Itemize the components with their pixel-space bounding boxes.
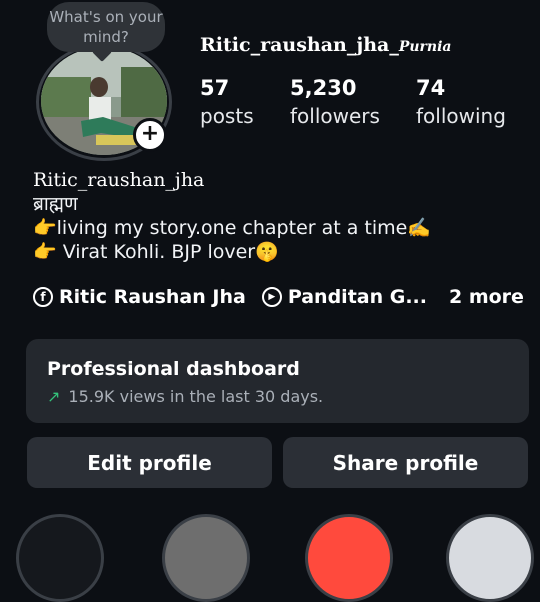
facebook-icon: f xyxy=(33,287,53,307)
note-bubble[interactable]: What's on your mind? xyxy=(47,2,165,52)
bio-line-2: 👉living my story.one chapter at a time✍️ xyxy=(33,217,432,239)
username-tag: Purnia xyxy=(398,39,452,55)
story-highlight-4[interactable] xyxy=(446,514,534,602)
facebook-link[interactable]: f Ritic Raushan Jha xyxy=(33,286,246,308)
following-label: following xyxy=(416,104,506,128)
story-highlight-2[interactable] xyxy=(162,514,250,602)
dashboard-title: Professional dashboard xyxy=(47,358,300,380)
dashboard-subtitle: ↗ 15.9K views in the last 30 days. xyxy=(47,387,323,406)
share-profile-button[interactable]: Share profile xyxy=(283,437,528,488)
edit-profile-button[interactable]: Edit profile xyxy=(27,437,272,488)
share-profile-label: Share profile xyxy=(332,450,479,475)
more-links-label: 2 more xyxy=(448,286,524,308)
bio-line-1: ब्राह्मण xyxy=(33,193,78,215)
profile-username: Ritic_raushan_jha_Purnia xyxy=(200,34,452,56)
play-icon: ▶ xyxy=(261,287,282,307)
profile-header: What's on your mind? + Ritic_raushan_jha… xyxy=(0,0,540,170)
followers-count: 5,230 xyxy=(290,76,357,100)
following-count: 74 xyxy=(416,76,446,100)
more-links-button[interactable]: 2 more xyxy=(449,286,524,308)
note-text: What's on your mind? xyxy=(49,8,163,46)
stat-posts[interactable]: 57 posts xyxy=(200,75,254,131)
facebook-link-label: Ritic Raushan Jha xyxy=(59,286,246,308)
username-text: Ritic_raushan_jha_ xyxy=(200,34,399,56)
dashboard-views: 15.9K views in the last 30 days. xyxy=(68,387,324,406)
bio-name: Ritic_raushan_jha xyxy=(33,169,205,191)
posts-count: 57 xyxy=(200,76,230,100)
story-highlight-3[interactable] xyxy=(305,514,393,602)
posts-label: posts xyxy=(200,104,254,128)
stat-following[interactable]: 74 following xyxy=(416,75,506,131)
followers-label: followers xyxy=(290,104,380,128)
profile-links: f Ritic Raushan Jha ▶ Panditan G... 2 mo… xyxy=(33,282,524,312)
threads-link[interactable]: ▶ Panditan G... xyxy=(261,286,427,308)
trend-up-icon: ↗ xyxy=(47,387,61,406)
bio-line-3: 👉 Virat Kohli. BJP lover🤫 xyxy=(33,241,279,263)
stat-followers[interactable]: 5,230 followers xyxy=(290,75,380,131)
edit-profile-label: Edit profile xyxy=(87,450,212,475)
threads-link-label: Panditan G... xyxy=(287,286,427,308)
profile-bio: Ritic_raushan_jha ब्राह्मण 👉living my st… xyxy=(33,168,513,264)
story-highlight-1[interactable] xyxy=(16,514,104,602)
plus-icon: + xyxy=(140,121,160,146)
professional-dashboard[interactable]: Professional dashboard ↗ 15.9K views in t… xyxy=(26,339,529,423)
add-story-button[interactable]: + xyxy=(133,118,167,152)
